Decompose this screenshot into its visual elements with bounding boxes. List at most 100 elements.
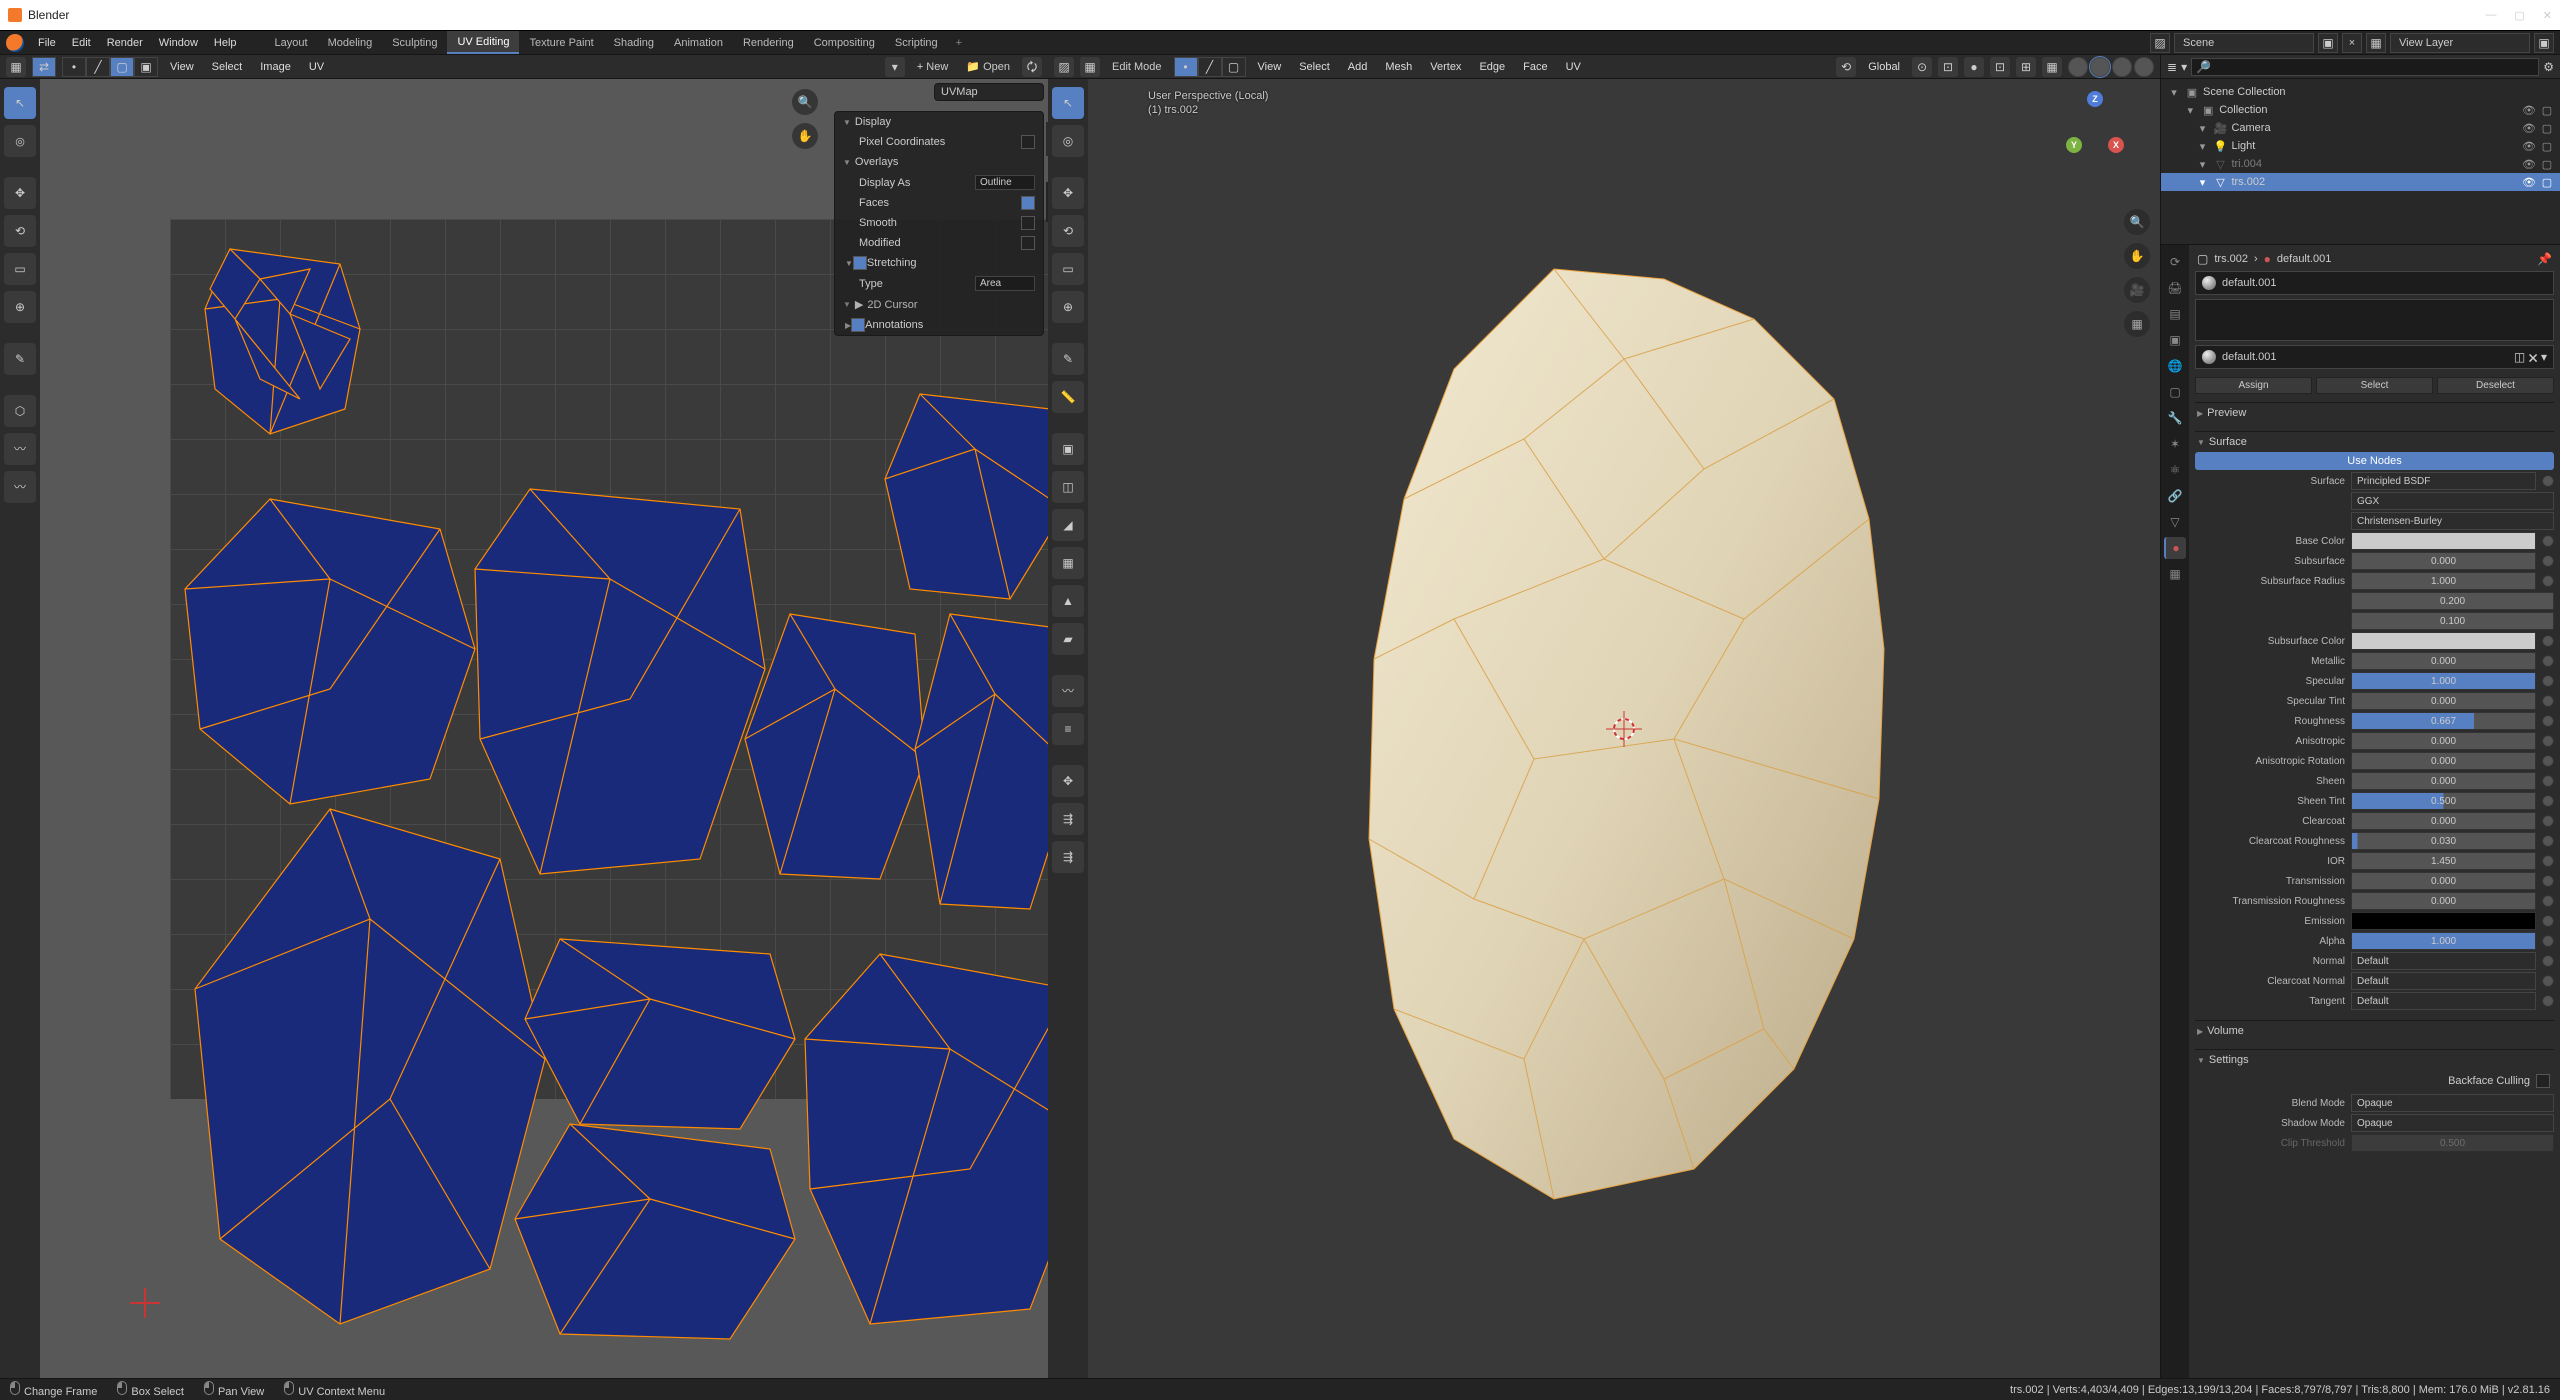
anisotropic-value[interactable]: 0.000 <box>2351 732 2536 750</box>
menu-window[interactable]: Window <box>151 37 206 49</box>
uv-open-button[interactable]: 📁 Open <box>960 60 1016 73</box>
uv-menu-select[interactable]: Select <box>206 61 249 73</box>
v3d-persp-icon[interactable]: ▦ <box>2124 311 2150 337</box>
emission-swatch[interactable] <box>2351 912 2536 930</box>
transmission-roughness-value[interactable]: 0.000 <box>2351 892 2536 910</box>
tool-rip[interactable]: ⬡ <box>4 395 36 427</box>
aniso-rotation-value[interactable]: 0.000 <box>2351 752 2536 770</box>
v3d-tool-rip[interactable]: ⇶ <box>1052 803 1084 835</box>
scene-icon[interactable]: ▨ <box>2150 33 2170 53</box>
uv-menu-image[interactable]: Image <box>254 61 297 73</box>
surface-shader-dropdown[interactable]: Principled BSDF <box>2351 472 2536 490</box>
tool-scale[interactable]: ▭ <box>4 253 36 285</box>
v3d-pan-icon[interactable]: ✋ <box>2124 243 2150 269</box>
menu-edit[interactable]: Edit <box>64 37 99 49</box>
v3d-menu-uv[interactable]: UV <box>1560 61 1587 73</box>
v3d-tool-annotate[interactable]: ✎ <box>1052 343 1084 375</box>
eye-icon[interactable]: 👁 <box>2522 175 2536 189</box>
v3d-tool-polybuild[interactable]: ▰ <box>1052 623 1084 655</box>
v3d-menu-edge[interactable]: Edge <box>1473 61 1511 73</box>
v3d-tool-cursor[interactable]: ◎ <box>1052 125 1084 157</box>
mode-dropdown-icon[interactable]: ▦ <box>1080 57 1100 77</box>
shading-solid[interactable] <box>2090 57 2110 77</box>
uv-select-edge[interactable]: ╱ <box>86 57 110 77</box>
panel-surface[interactable]: Surface <box>2195 432 2554 452</box>
outliner-row[interactable]: ▾🎥Camera👁▢ <box>2161 119 2560 137</box>
material-name-field[interactable]: default.001 ◫ 🗙 ▾ <box>2195 345 2554 369</box>
v3d-tool-edge-slide[interactable]: ≡ <box>1052 713 1084 745</box>
uv-sync-toggle[interactable]: ⇄ <box>32 57 56 77</box>
menu-file[interactable]: File <box>30 37 64 49</box>
v3d-tool-rotate[interactable]: ⟲ <box>1052 215 1084 247</box>
v3d-menu-face[interactable]: Face <box>1517 61 1553 73</box>
snap-icon[interactable]: ⊡ <box>1938 57 1958 77</box>
sss-radius-1[interactable]: 0.200 <box>2351 592 2554 610</box>
v3d-menu-vertex[interactable]: Vertex <box>1424 61 1467 73</box>
stretch-type-dropdown[interactable]: Area <box>975 276 1035 291</box>
tool-grab[interactable]: 〰 <box>4 433 36 465</box>
shading-wireframe[interactable] <box>2068 57 2088 77</box>
subsurface-value[interactable]: 0.000 <box>2351 552 2536 570</box>
select-edge-mode[interactable]: ╱ <box>1198 57 1222 77</box>
uv-new-button[interactable]: + New <box>911 61 955 73</box>
gizmo-visibility-icon[interactable]: ⊡ <box>1990 57 2010 77</box>
alpha-value[interactable]: 1.000 <box>2351 932 2536 950</box>
tool-move[interactable]: ✥ <box>4 177 36 209</box>
workspace-shading[interactable]: Shading <box>604 31 664 54</box>
uv-zoom-icon[interactable]: 🔍 <box>792 89 818 115</box>
prop-tab-modifiers[interactable]: 🔧 <box>2164 407 2186 429</box>
disable-icon[interactable]: ▢ <box>2540 175 2554 189</box>
eye-icon[interactable]: 👁 <box>2522 121 2536 135</box>
tangent-dropdown[interactable]: Default <box>2351 992 2536 1010</box>
clearcoat-normal-dropdown[interactable]: Default <box>2351 972 2536 990</box>
eye-icon[interactable]: 👁 <box>2522 157 2536 171</box>
outliner-filter-icon[interactable]: ⚙ <box>2543 61 2554 73</box>
material-deselect-button[interactable]: Deselect <box>2437 377 2554 394</box>
modified-checkbox[interactable] <box>1021 236 1035 250</box>
prop-tab-material[interactable]: ● <box>2164 537 2186 559</box>
sss-radius-2[interactable]: 0.100 <box>2351 612 2554 630</box>
roughness-value[interactable]: 0.667 <box>2351 712 2536 730</box>
prop-tab-object[interactable]: ▢ <box>2164 381 2186 403</box>
uv-menu-view[interactable]: View <box>164 61 200 73</box>
smooth-checkbox[interactable] <box>1021 216 1035 230</box>
base-color-swatch[interactable] <box>2351 532 2536 550</box>
window-maximize-button[interactable]: ▢ <box>2514 9 2524 22</box>
pin-icon[interactable]: 📌 <box>2537 253 2552 265</box>
tool-annotate[interactable]: ✎ <box>4 343 36 375</box>
workspace-modeling[interactable]: Modeling <box>318 31 383 54</box>
mode-dropdown[interactable]: Edit Mode <box>1106 61 1168 73</box>
sheen-tint-value[interactable]: 0.500 <box>2351 792 2536 810</box>
uv-editor-type-icon[interactable]: ▦ <box>6 57 26 77</box>
uv-menu-uv[interactable]: UV <box>303 61 330 73</box>
material-assign-button[interactable]: Assign <box>2195 377 2312 394</box>
clearcoat-value[interactable]: 0.000 <box>2351 812 2536 830</box>
xray-icon[interactable]: ▦ <box>2042 57 2062 77</box>
disable-icon[interactable]: ▢ <box>2540 157 2554 171</box>
view3d-axis-gizmo[interactable]: Z Y X <box>2060 89 2130 159</box>
npanel-overlays-header[interactable]: Overlays <box>835 152 1043 172</box>
tool-select-icon[interactable]: ◎ <box>4 125 36 157</box>
v3d-camera-icon[interactable]: 🎥 <box>2124 277 2150 303</box>
outliner-row[interactable]: ▾▣Scene Collection <box>2161 83 2560 101</box>
uv-pan-icon[interactable]: ✋ <box>792 123 818 149</box>
use-nodes-button[interactable]: Use Nodes <box>2195 452 2554 470</box>
prop-tab-render[interactable]: ⟳ <box>2164 251 2186 273</box>
tool-pinch[interactable]: 〰 <box>4 471 36 503</box>
uv-select-face[interactable]: ▢ <box>110 57 134 77</box>
uv-select-vertex[interactable]: • <box>62 57 86 77</box>
scene-new-button[interactable]: ▣ <box>2318 33 2338 53</box>
shading-lookdev[interactable] <box>2112 57 2132 77</box>
npanel-2d-cursor-header[interactable]: ▶ 2D Cursor <box>835 294 1043 315</box>
ior-value[interactable]: 1.450 <box>2351 852 2536 870</box>
shadow-mode-dropdown[interactable]: Opaque <box>2351 1114 2554 1132</box>
disable-icon[interactable]: ▢ <box>2540 121 2554 135</box>
prop-tab-data[interactable]: ▽ <box>2164 511 2186 533</box>
v3d-tool-knife[interactable]: ▲ <box>1052 585 1084 617</box>
sss-method-dropdown[interactable]: Christensen-Burley <box>2351 512 2554 530</box>
tool-rotate[interactable]: ⟲ <box>4 215 36 247</box>
prop-tab-texture[interactable]: ▦ <box>2164 563 2186 585</box>
tool-cursor[interactable]: ↖ <box>4 87 36 119</box>
specular-tint-value[interactable]: 0.000 <box>2351 692 2536 710</box>
v3d-tool-inset[interactable]: ◫ <box>1052 471 1084 503</box>
